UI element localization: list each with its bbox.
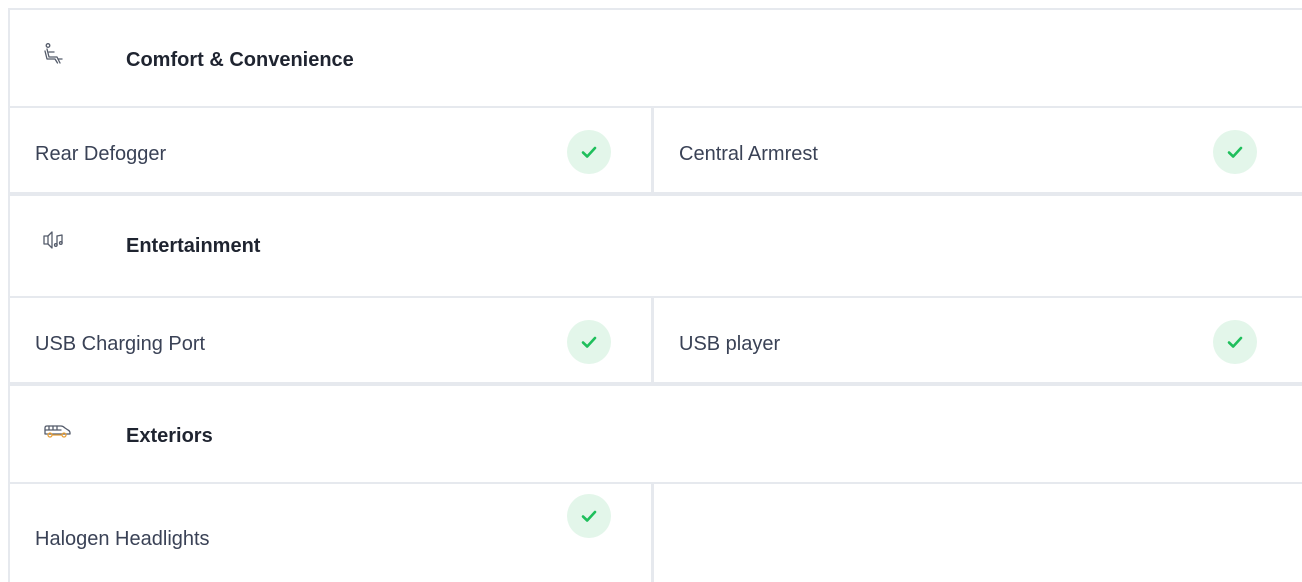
feature-cell-empty [654, 484, 1302, 582]
section-header-entertainment: Entertainment [10, 196, 1302, 292]
check-icon [567, 494, 611, 538]
speaker-music-icon [42, 228, 66, 252]
feature-cell: USB Charging Port [10, 298, 654, 382]
section-title: Exteriors [126, 425, 213, 447]
section-header-exteriors: Exteriors [10, 386, 1302, 482]
car-exterior-icon [42, 418, 72, 442]
feature-row: USB Charging Port USB player [10, 296, 1302, 386]
section-header-comfort: Comfort & Convenience [10, 10, 1302, 106]
check-icon [567, 320, 611, 364]
section-title: Entertainment [126, 235, 261, 257]
seat-icon [42, 42, 66, 66]
feature-label: Halogen Headlights [35, 528, 210, 550]
check-icon [567, 130, 611, 174]
feature-cell: USB player [654, 298, 1302, 382]
features-table: Comfort & Convenience Rear Defogger Cent… [8, 8, 1302, 582]
feature-label: Rear Defogger [35, 143, 167, 165]
feature-cell: Rear Defogger [10, 108, 654, 192]
feature-cell: Central Armrest [654, 108, 1302, 192]
feature-cell: Halogen Headlights [10, 484, 654, 582]
feature-label: USB Charging Port [35, 333, 206, 355]
check-icon [1213, 130, 1257, 174]
feature-row: Halogen Headlights [10, 482, 1302, 582]
feature-label: USB player [679, 333, 781, 355]
feature-row: Rear Defogger Central Armrest [10, 106, 1302, 196]
check-icon [1213, 320, 1257, 364]
feature-label: Central Armrest [679, 143, 818, 165]
section-title: Comfort & Convenience [126, 49, 354, 71]
